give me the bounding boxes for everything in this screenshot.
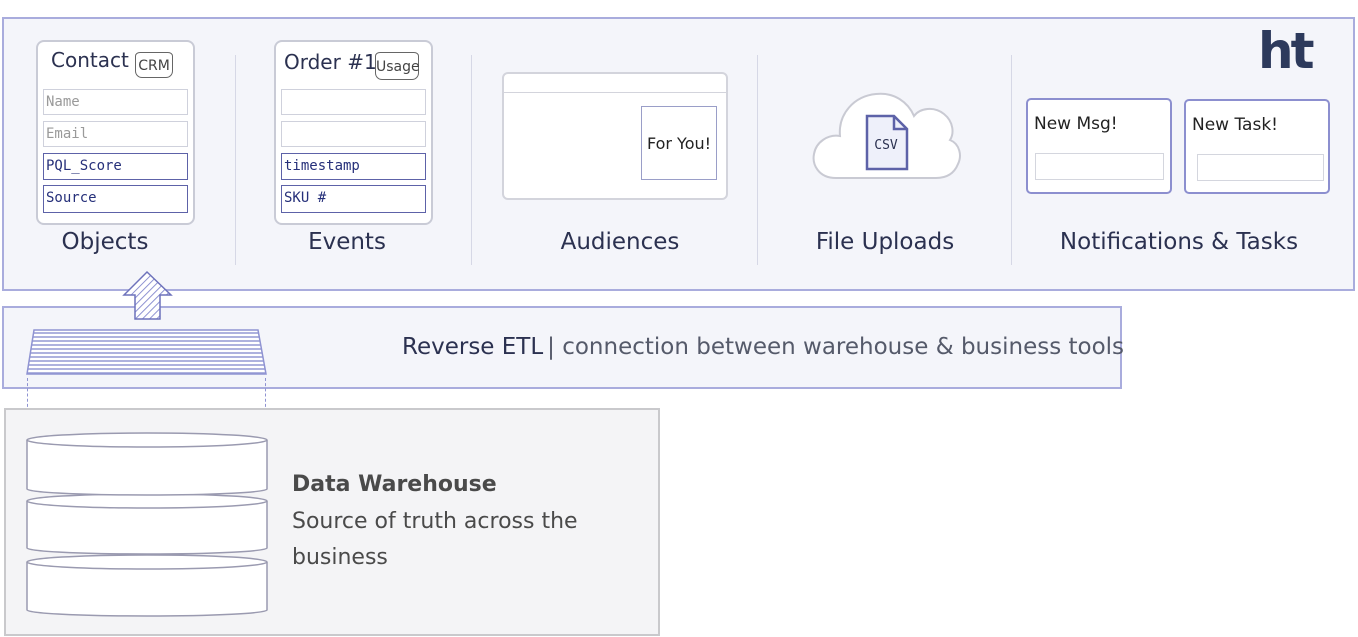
- event-field-mapped: timestamp: [281, 153, 426, 180]
- column-label-notifications: Notifications & Tasks: [1059, 229, 1299, 255]
- object-field-mapped: Source: [43, 185, 188, 213]
- new-message-card: New Msg!: [1026, 98, 1172, 194]
- notification-field: [1197, 154, 1324, 181]
- event-field: [281, 89, 426, 115]
- audience-browser-window: For You!: [502, 72, 728, 200]
- event-field-mapped: SKU #: [281, 185, 426, 213]
- new-task-card: New Task!: [1184, 99, 1330, 194]
- column-divider: [471, 55, 472, 265]
- notification-title: New Task!: [1192, 115, 1278, 135]
- column-divider: [1011, 55, 1012, 265]
- order-event-card: Order #1 Usage timestamp SKU #: [274, 40, 433, 225]
- object-field-mapped: PQL_Score: [43, 153, 188, 180]
- data-warehouse-title: Data Warehouse: [292, 472, 497, 497]
- notification-field: [1035, 153, 1164, 180]
- card-title: Contact: [51, 48, 129, 72]
- column-label-events: Events: [308, 229, 386, 255]
- notification-title: New Msg!: [1034, 114, 1118, 134]
- usage-database-icon: Usage: [375, 52, 420, 80]
- window-title-bar: [504, 92, 726, 93]
- for-you-banner: For You!: [641, 106, 717, 180]
- object-field: Email: [43, 121, 188, 147]
- ht-logo: ht: [1258, 22, 1314, 80]
- reverse-etl-description: connection between warehouse & business …: [554, 334, 1125, 360]
- column-divider: [235, 55, 236, 265]
- reverse-etl-title: Reverse ETL: [402, 334, 544, 360]
- card-title: Order #1: [284, 50, 377, 74]
- data-slab-icon: [26, 329, 267, 375]
- object-field: Name: [43, 89, 188, 115]
- contact-object-card: Contact CRM Name Email PQL_Score Source: [36, 40, 195, 225]
- csv-label: CSV: [874, 138, 898, 153]
- event-field: [281, 121, 426, 147]
- data-warehouse-description: Source of truth across the business: [292, 509, 578, 570]
- sync-up-arrow-icon: [122, 270, 173, 320]
- crm-database-icon: CRM: [135, 52, 173, 78]
- column-label-file-uploads: File Uploads: [815, 229, 955, 255]
- column-label-audiences: Audiences: [560, 229, 680, 255]
- database-stack-icon: [26, 432, 268, 617]
- column-divider: [757, 55, 758, 265]
- etl-separator: |: [547, 334, 555, 360]
- column-label-objects: Objects: [61, 229, 149, 255]
- reverse-etl-caption: Reverse ETL | connection between warehous…: [402, 334, 1124, 360]
